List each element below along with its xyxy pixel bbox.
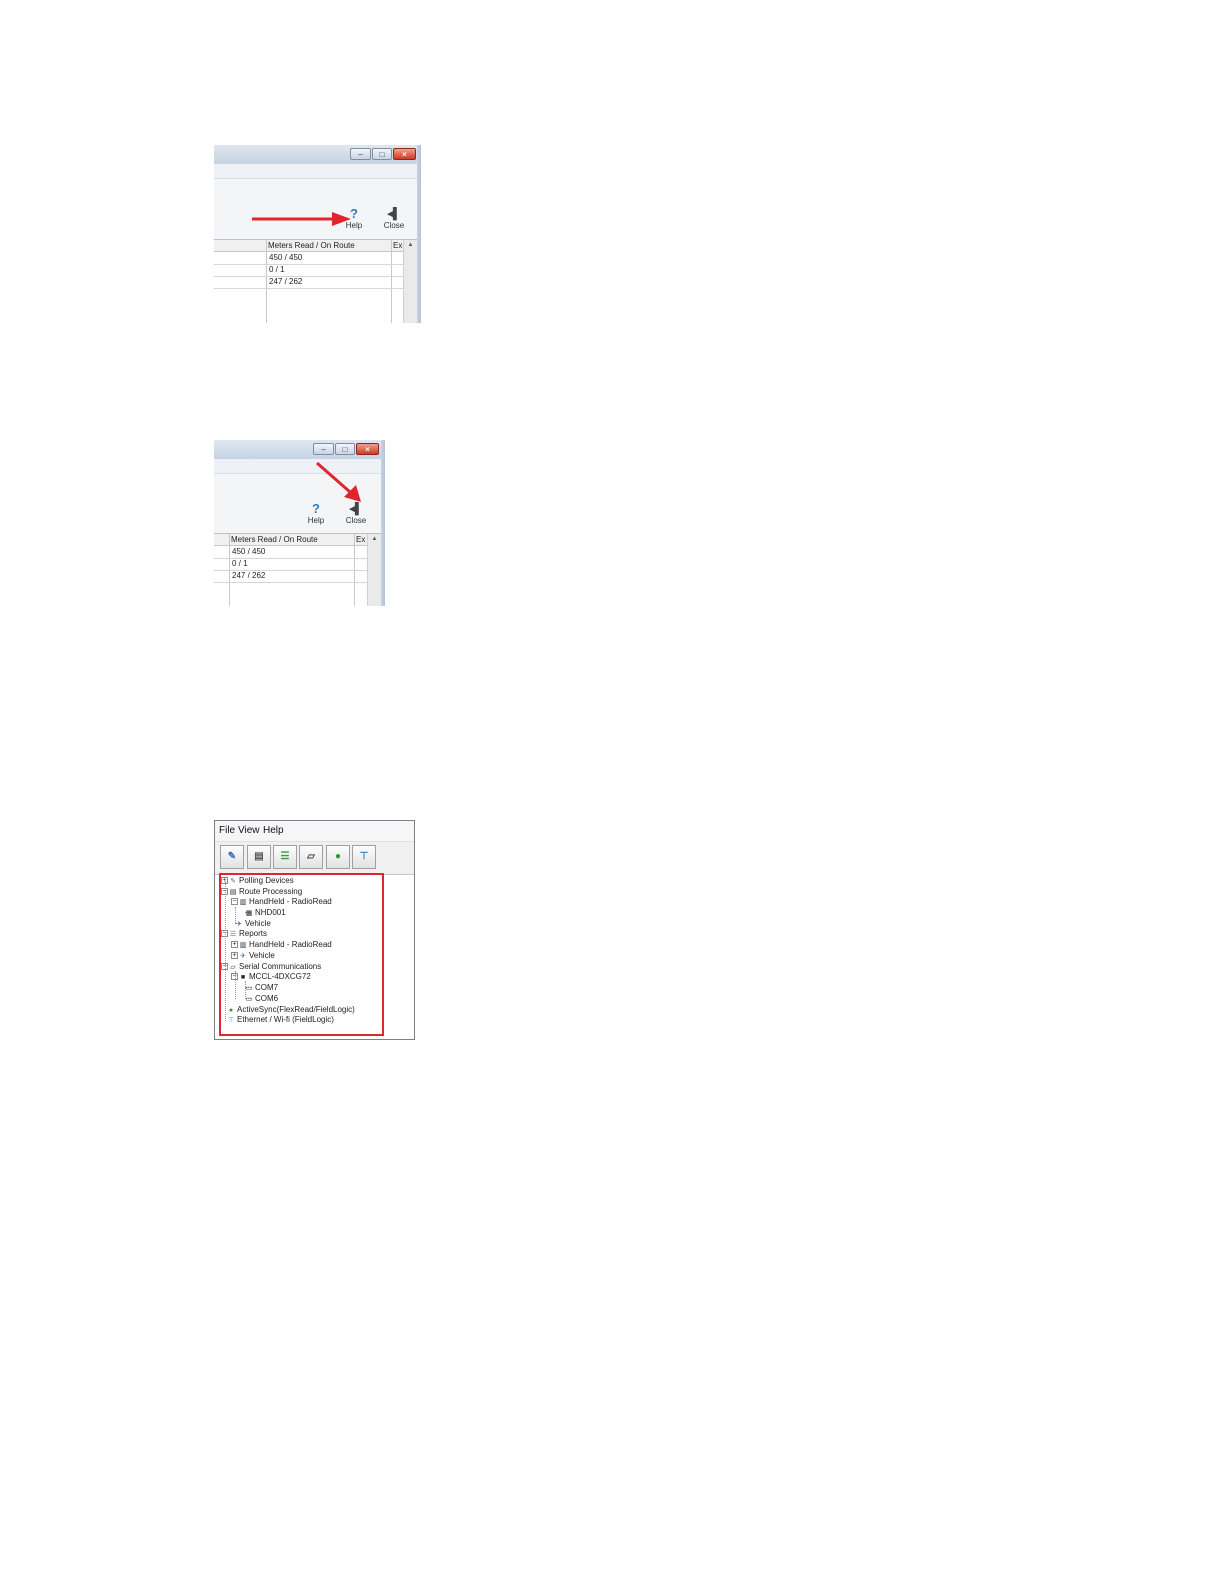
- route-processing-tool-icon[interactable]: ▤: [247, 845, 271, 869]
- red-arrow-icon: [316, 461, 361, 502]
- polling-devices-tool-icon[interactable]: ✎: [220, 845, 244, 869]
- ethernet-tool-icon[interactable]: ⊤: [352, 845, 376, 869]
- meters-read-cell: 0 / 1: [269, 265, 285, 274]
- window-close-button[interactable]: ×: [393, 148, 416, 160]
- question-mark-icon: ?: [312, 501, 320, 516]
- scroll-up-icon[interactable]: ▲: [404, 240, 417, 251]
- close-button-label: Close: [345, 516, 367, 525]
- grid-header: Meters Read / On Route Ex: [214, 240, 417, 252]
- meters-read-cell: 247 / 262: [269, 277, 303, 286]
- routes-grid: Meters Read / On Route Ex 450 / 450 0 / …: [214, 533, 381, 606]
- table-row[interactable]: 247 / 262: [214, 276, 417, 289]
- table-row[interactable]: 247 / 262: [214, 570, 381, 583]
- menu-file[interactable]: File: [219, 825, 235, 836]
- window-titlebar: – □ ×: [214, 440, 385, 459]
- meters-read-cell: 0 / 1: [232, 559, 248, 568]
- column-header-extra[interactable]: Ex: [393, 240, 402, 251]
- help-button[interactable]: ? Help: [303, 501, 329, 526]
- question-mark-icon: ?: [350, 206, 358, 221]
- red-highlight-box: [219, 873, 384, 1036]
- menu-view[interactable]: View: [238, 825, 260, 836]
- scroll-up-icon[interactable]: ▲: [368, 534, 381, 545]
- window-border: [381, 440, 385, 606]
- close-button[interactable]: ◂▌ Close: [343, 502, 369, 525]
- exit-door-icon: ◂▌: [349, 503, 363, 515]
- grid-header: Meters Read / On Route Ex: [214, 534, 381, 546]
- help-button[interactable]: ? Help: [341, 206, 367, 231]
- screenshot-help-button: – □ × ? Help ◂▌ Close Meters Read / On R…: [214, 145, 421, 323]
- window-titlebar: – □ ×: [214, 145, 421, 164]
- menu-help[interactable]: Help: [263, 825, 284, 836]
- close-button[interactable]: ◂▌ Close: [381, 207, 407, 230]
- minimize-button[interactable]: –: [350, 148, 371, 160]
- menu-bar: File View Help: [215, 821, 414, 842]
- vertical-scrollbar[interactable]: ▲: [403, 240, 417, 323]
- meters-read-cell: 247 / 262: [232, 571, 266, 580]
- exit-door-icon: ◂▌: [387, 208, 401, 220]
- toolbar: ✎ ▤ ☰ ▱ ● ⊤: [215, 842, 414, 875]
- column-header-meters-read[interactable]: Meters Read / On Route: [268, 240, 390, 251]
- activesync-tool-icon[interactable]: ●: [326, 845, 350, 869]
- screenshot-navigation-tree: File View Help ✎ ▤ ☰ ▱ ● ⊤ + ✎ Polling Dev…: [214, 820, 415, 1040]
- help-button-label: Help: [345, 221, 363, 230]
- window-border: [417, 145, 421, 323]
- close-button-label: Close: [383, 221, 405, 230]
- meters-read-cell: 450 / 450: [232, 547, 266, 556]
- red-arrow-icon: [252, 212, 351, 226]
- menu-band: [214, 164, 421, 179]
- serial-communications-tool-icon[interactable]: ▱: [299, 845, 323, 869]
- window-close-button[interactable]: ×: [356, 443, 379, 455]
- reports-tool-icon[interactable]: ☰: [273, 845, 297, 869]
- routes-grid: Meters Read / On Route Ex 450 / 450 0 / …: [214, 239, 417, 323]
- help-button-label: Help: [307, 516, 325, 525]
- maximize-button[interactable]: □: [372, 148, 392, 160]
- maximize-button[interactable]: □: [335, 443, 355, 455]
- meters-read-cell: 450 / 450: [269, 253, 303, 262]
- vertical-scrollbar[interactable]: ▲: [367, 534, 381, 606]
- screenshot-close-button: – □ × ? Help ◂▌ Close Meters Read / On R…: [214, 440, 385, 606]
- column-header-extra[interactable]: Ex: [356, 534, 365, 545]
- column-header-meters-read[interactable]: Meters Read / On Route: [231, 534, 353, 545]
- minimize-button[interactable]: –: [313, 443, 334, 455]
